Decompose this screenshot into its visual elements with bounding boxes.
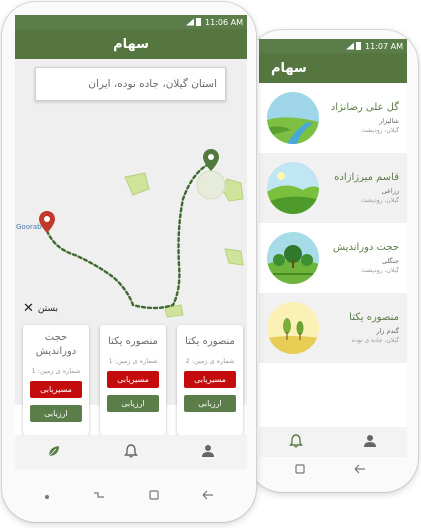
leaf-icon[interactable] — [47, 443, 61, 462]
land-card[interactable]: منصوره یکتا شماره ی زمین: 2 مسیریابی ارز… — [177, 325, 243, 435]
crop-type: زراعی — [381, 187, 399, 195]
battery-icon — [356, 42, 362, 50]
system-nav-bar — [270, 460, 390, 480]
card-land-number: شماره ی زمین: 1 — [108, 357, 158, 365]
person-icon[interactable] — [363, 433, 377, 452]
square-icon[interactable] — [294, 463, 305, 477]
map-screen: 11:06 AM سهام Goorab استان گیلان، جاده ن… — [15, 15, 247, 469]
bell-icon[interactable] — [289, 433, 303, 452]
bell-icon[interactable] — [124, 443, 138, 462]
farmer-name: قاسم میرزازاده — [334, 172, 399, 183]
evaluate-button[interactable]: ارزیابی — [30, 405, 82, 422]
list-item[interactable]: حجت دوراندیش جنگلی گیلان، رودپشت — [259, 223, 407, 293]
card-land-number: شماره ی زمین: 2 — [185, 357, 235, 365]
card-owner-name: حجت دوراندیش — [35, 332, 77, 357]
phone-list-view: 11:07 AM سهام گل علی رضانژاد شالیزار گیل… — [248, 30, 418, 492]
system-nav-bar — [22, 486, 236, 506]
card-owner-name: منصوره یکتا — [108, 336, 158, 347]
search-field[interactable]: استان گیلان، جاده نوده، ایران — [35, 67, 226, 101]
river-field-image — [267, 92, 319, 144]
list-item[interactable]: قاسم میرزازاده زراعی گیلان، رودپشت — [259, 153, 407, 223]
route-button[interactable]: مسیریابی — [107, 371, 159, 388]
status-bar: 11:07 AM — [259, 39, 407, 53]
card-owner-name: منصوره یکتا — [185, 336, 235, 347]
status-bar: 11:06 AM — [15, 15, 247, 29]
evaluate-button[interactable]: ارزیابی — [184, 395, 236, 412]
destination-pin-icon — [203, 149, 219, 171]
battery-icon — [196, 18, 202, 26]
hills-field-image — [267, 162, 319, 214]
list-item[interactable]: منصوره یکتا گندم زار گیلان، جاده ی نوده — [259, 293, 407, 363]
phone-map-view: 11:06 AM سهام Goorab استان گیلان، جاده ن… — [2, 2, 256, 522]
wheat-field-image — [267, 302, 319, 354]
crop-type: جنگلی — [381, 257, 399, 265]
signal-icon — [186, 18, 195, 26]
route-button[interactable]: مسیریابی — [184, 371, 236, 388]
square-icon[interactable] — [149, 489, 159, 503]
map-place-label: Goorab — [16, 223, 42, 231]
status-time: 11:06 AM — [205, 17, 243, 27]
route-button[interactable]: مسیریابی — [30, 381, 82, 398]
forest-field-image — [267, 232, 319, 284]
close-icon[interactable]: ✕ — [23, 301, 34, 316]
location: گیلان، رودپشت — [361, 127, 399, 134]
list-item[interactable]: گل علی رضانژاد شالیزار گیلان، رودپشت — [259, 83, 407, 153]
person-icon[interactable] — [201, 443, 215, 462]
bottom-nav — [15, 435, 247, 469]
back-arrow-icon[interactable] — [354, 464, 366, 477]
land-card[interactable]: حجت دوراندیش شماره ی زمین: 1 مسیریابی ار… — [23, 325, 89, 435]
back-arrow-icon[interactable] — [202, 490, 214, 503]
signal-icon — [346, 42, 355, 50]
land-cards: منصوره یکتا شماره ی زمین: 2 مسیریابی ارز… — [23, 325, 247, 435]
close-button[interactable]: ✕ بستن — [23, 301, 58, 316]
list-screen: 11:07 AM سهام گل علی رضانژاد شالیزار گیل… — [259, 39, 407, 457]
crop-type: گندم زار — [376, 327, 399, 335]
search-text: استان گیلان، جاده نوده، ایران — [88, 78, 217, 90]
bottom-nav — [259, 427, 407, 457]
location: گیلان، رودپشت — [361, 267, 399, 274]
app-bar: سهام — [259, 53, 407, 83]
location: گیلان، جاده ی نوده — [352, 337, 399, 344]
location: گیلان، رودپشت — [361, 197, 399, 204]
close-label: بستن — [37, 303, 59, 314]
farmer-name: گل علی رضانژاد — [330, 102, 399, 113]
farmer-name: حجت دوراندیش — [332, 242, 399, 253]
card-land-number: شماره ی زمین: 1 — [31, 367, 81, 375]
app-title: سهام — [113, 36, 149, 52]
app-title: سهام — [271, 60, 307, 76]
dot-icon — [44, 490, 50, 503]
evaluate-button[interactable]: ارزیابی — [107, 395, 159, 412]
land-card[interactable]: منصوره یکتا شماره ی زمین: 1 مسیریابی ارز… — [100, 325, 166, 435]
recents-icon[interactable] — [93, 490, 105, 503]
crop-type: شالیزار — [379, 117, 399, 125]
status-time: 11:07 AM — [365, 41, 403, 51]
app-bar: سهام — [15, 29, 247, 59]
farmer-name: منصوره یکتا — [349, 312, 399, 323]
